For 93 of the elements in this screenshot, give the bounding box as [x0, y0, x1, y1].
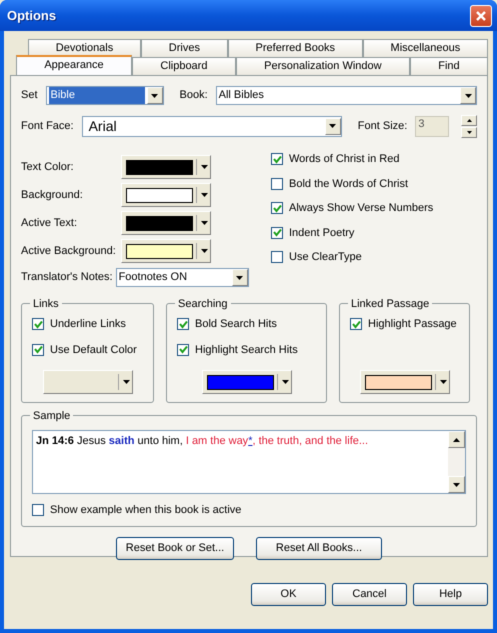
- dropdown-button[interactable]: [460, 87, 476, 104]
- tab[interactable]: Devotionals: [28, 39, 142, 57]
- checkbox[interactable]: [271, 153, 283, 166]
- reset-button[interactable]: Reset Book or Set...: [116, 537, 234, 560]
- caret-icon: [236, 276, 244, 280]
- caret-icon: [282, 380, 288, 384]
- sample-text: Jn 14:6 Jesus saith unto him, I am the way*, the truth, and the life...: [35, 434, 370, 449]
- caret-icon: [122, 380, 130, 384]
- caret-icon: [440, 380, 446, 384]
- dropdown-button[interactable]: [146, 87, 163, 104]
- color-picker[interactable]: [121, 211, 211, 235]
- check-icon: [34, 320, 42, 329]
- color-label: Active Background:: [21, 244, 117, 259]
- checkbox-label: Use Default Color: [50, 342, 137, 358]
- check-icon: [272, 154, 282, 164]
- checkbox[interactable]: [177, 318, 189, 330]
- checkbox-label: Always Show Verse Numbers: [289, 201, 434, 216]
- checkbox-label: Show example when this book is active: [50, 503, 242, 518]
- check-icon: [352, 320, 360, 329]
- translators-notes-dropdown[interactable]: Footnotes ON: [116, 268, 249, 287]
- tab[interactable]: Preferred Books: [228, 39, 363, 57]
- checkbox[interactable]: [32, 344, 44, 356]
- close-icon: [475, 10, 487, 22]
- set-label: Set: [21, 88, 38, 104]
- reset-button[interactable]: Reset All Books...: [256, 537, 382, 560]
- book-dropdown[interactable]: All Bibles: [216, 86, 477, 105]
- spin-down-button[interactable]: [461, 126, 477, 138]
- checkbox-label: Use ClearType: [289, 250, 362, 265]
- color-picker[interactable]: [360, 370, 450, 394]
- color-picker[interactable]: [121, 183, 211, 207]
- check-icon: [272, 228, 282, 238]
- font-face-dropdown[interactable]: Arial: [82, 116, 342, 136]
- set-dropdown[interactable]: Bible: [46, 86, 164, 105]
- caret-icon: [151, 94, 158, 98]
- dialog-button[interactable]: Cancel: [332, 583, 407, 606]
- checkbox-label: Highlight Passage: [368, 317, 457, 332]
- tab[interactable]: Appearance: [16, 55, 132, 75]
- tab[interactable]: Drives: [141, 39, 228, 57]
- check-icon: [272, 204, 282, 213]
- down-arrow-icon: [453, 482, 460, 486]
- font-face-label: Font Face:: [21, 118, 74, 134]
- checkbox[interactable]: [271, 251, 283, 264]
- checkbox-label: Bold Search Hits: [195, 317, 277, 332]
- dialog-button[interactable]: OK: [251, 583, 326, 606]
- color-picker[interactable]: [42, 370, 132, 394]
- color-picker[interactable]: [202, 370, 292, 394]
- caret-icon: [201, 221, 208, 225]
- check-icon: [178, 345, 188, 354]
- up-arrow-icon: [466, 118, 472, 122]
- spin-up-button[interactable]: [461, 114, 477, 126]
- dropdown-button[interactable]: [324, 118, 341, 134]
- checkbox[interactable]: [32, 504, 44, 516]
- checkbox-label: Indent Poetry: [289, 226, 354, 240]
- checkbox[interactable]: [271, 178, 283, 190]
- group-title: Searching: [175, 296, 231, 312]
- checkbox[interactable]: [177, 344, 189, 356]
- scrollbar[interactable]: [448, 431, 465, 493]
- color-label: Text Color:: [21, 160, 75, 175]
- caret-icon: [464, 94, 472, 98]
- checkbox[interactable]: [350, 318, 362, 330]
- color-picker[interactable]: [121, 155, 211, 179]
- caret-icon: [201, 249, 208, 253]
- checkbox[interactable]: [32, 318, 44, 330]
- tab[interactable]: Clipboard: [132, 57, 236, 75]
- group-title: Sample: [30, 408, 74, 424]
- dropdown-button[interactable]: [232, 269, 248, 286]
- color-picker[interactable]: [121, 239, 211, 263]
- checkbox[interactable]: [271, 226, 283, 239]
- caret-icon: [329, 124, 336, 128]
- group-title: Linked Passage: [348, 296, 432, 312]
- checkbox-label: Underline Links: [50, 317, 126, 332]
- window-title: Options: [7, 6, 56, 25]
- caret-icon: [201, 193, 208, 197]
- book-label: Book:: [180, 88, 208, 104]
- tab[interactable]: Miscellaneous: [362, 39, 488, 57]
- close-button[interactable]: [470, 4, 492, 26]
- up-arrow-icon: [453, 438, 460, 442]
- color-label: Background:: [21, 188, 84, 203]
- checkbox-label: Highlight Search Hits: [195, 342, 298, 358]
- checkbox-label: Words of Christ in Red: [289, 152, 400, 167]
- tab[interactable]: Personalization Window: [236, 57, 410, 75]
- tab[interactable]: Find: [410, 57, 488, 75]
- translators-notes-label: Translator's Notes:: [21, 270, 113, 286]
- down-arrow-icon: [466, 130, 472, 134]
- checkbox-label: Bold the Words of Christ: [289, 176, 408, 192]
- checkbox[interactable]: [271, 202, 283, 214]
- check-icon: [34, 345, 42, 354]
- check-icon: [178, 320, 188, 329]
- font-size-field[interactable]: 3: [415, 116, 449, 136]
- font-size-label: Font Size:: [358, 118, 408, 134]
- dialog-button[interactable]: Help: [413, 583, 488, 606]
- color-label: Active Text:: [21, 216, 78, 231]
- caret-icon: [201, 165, 208, 169]
